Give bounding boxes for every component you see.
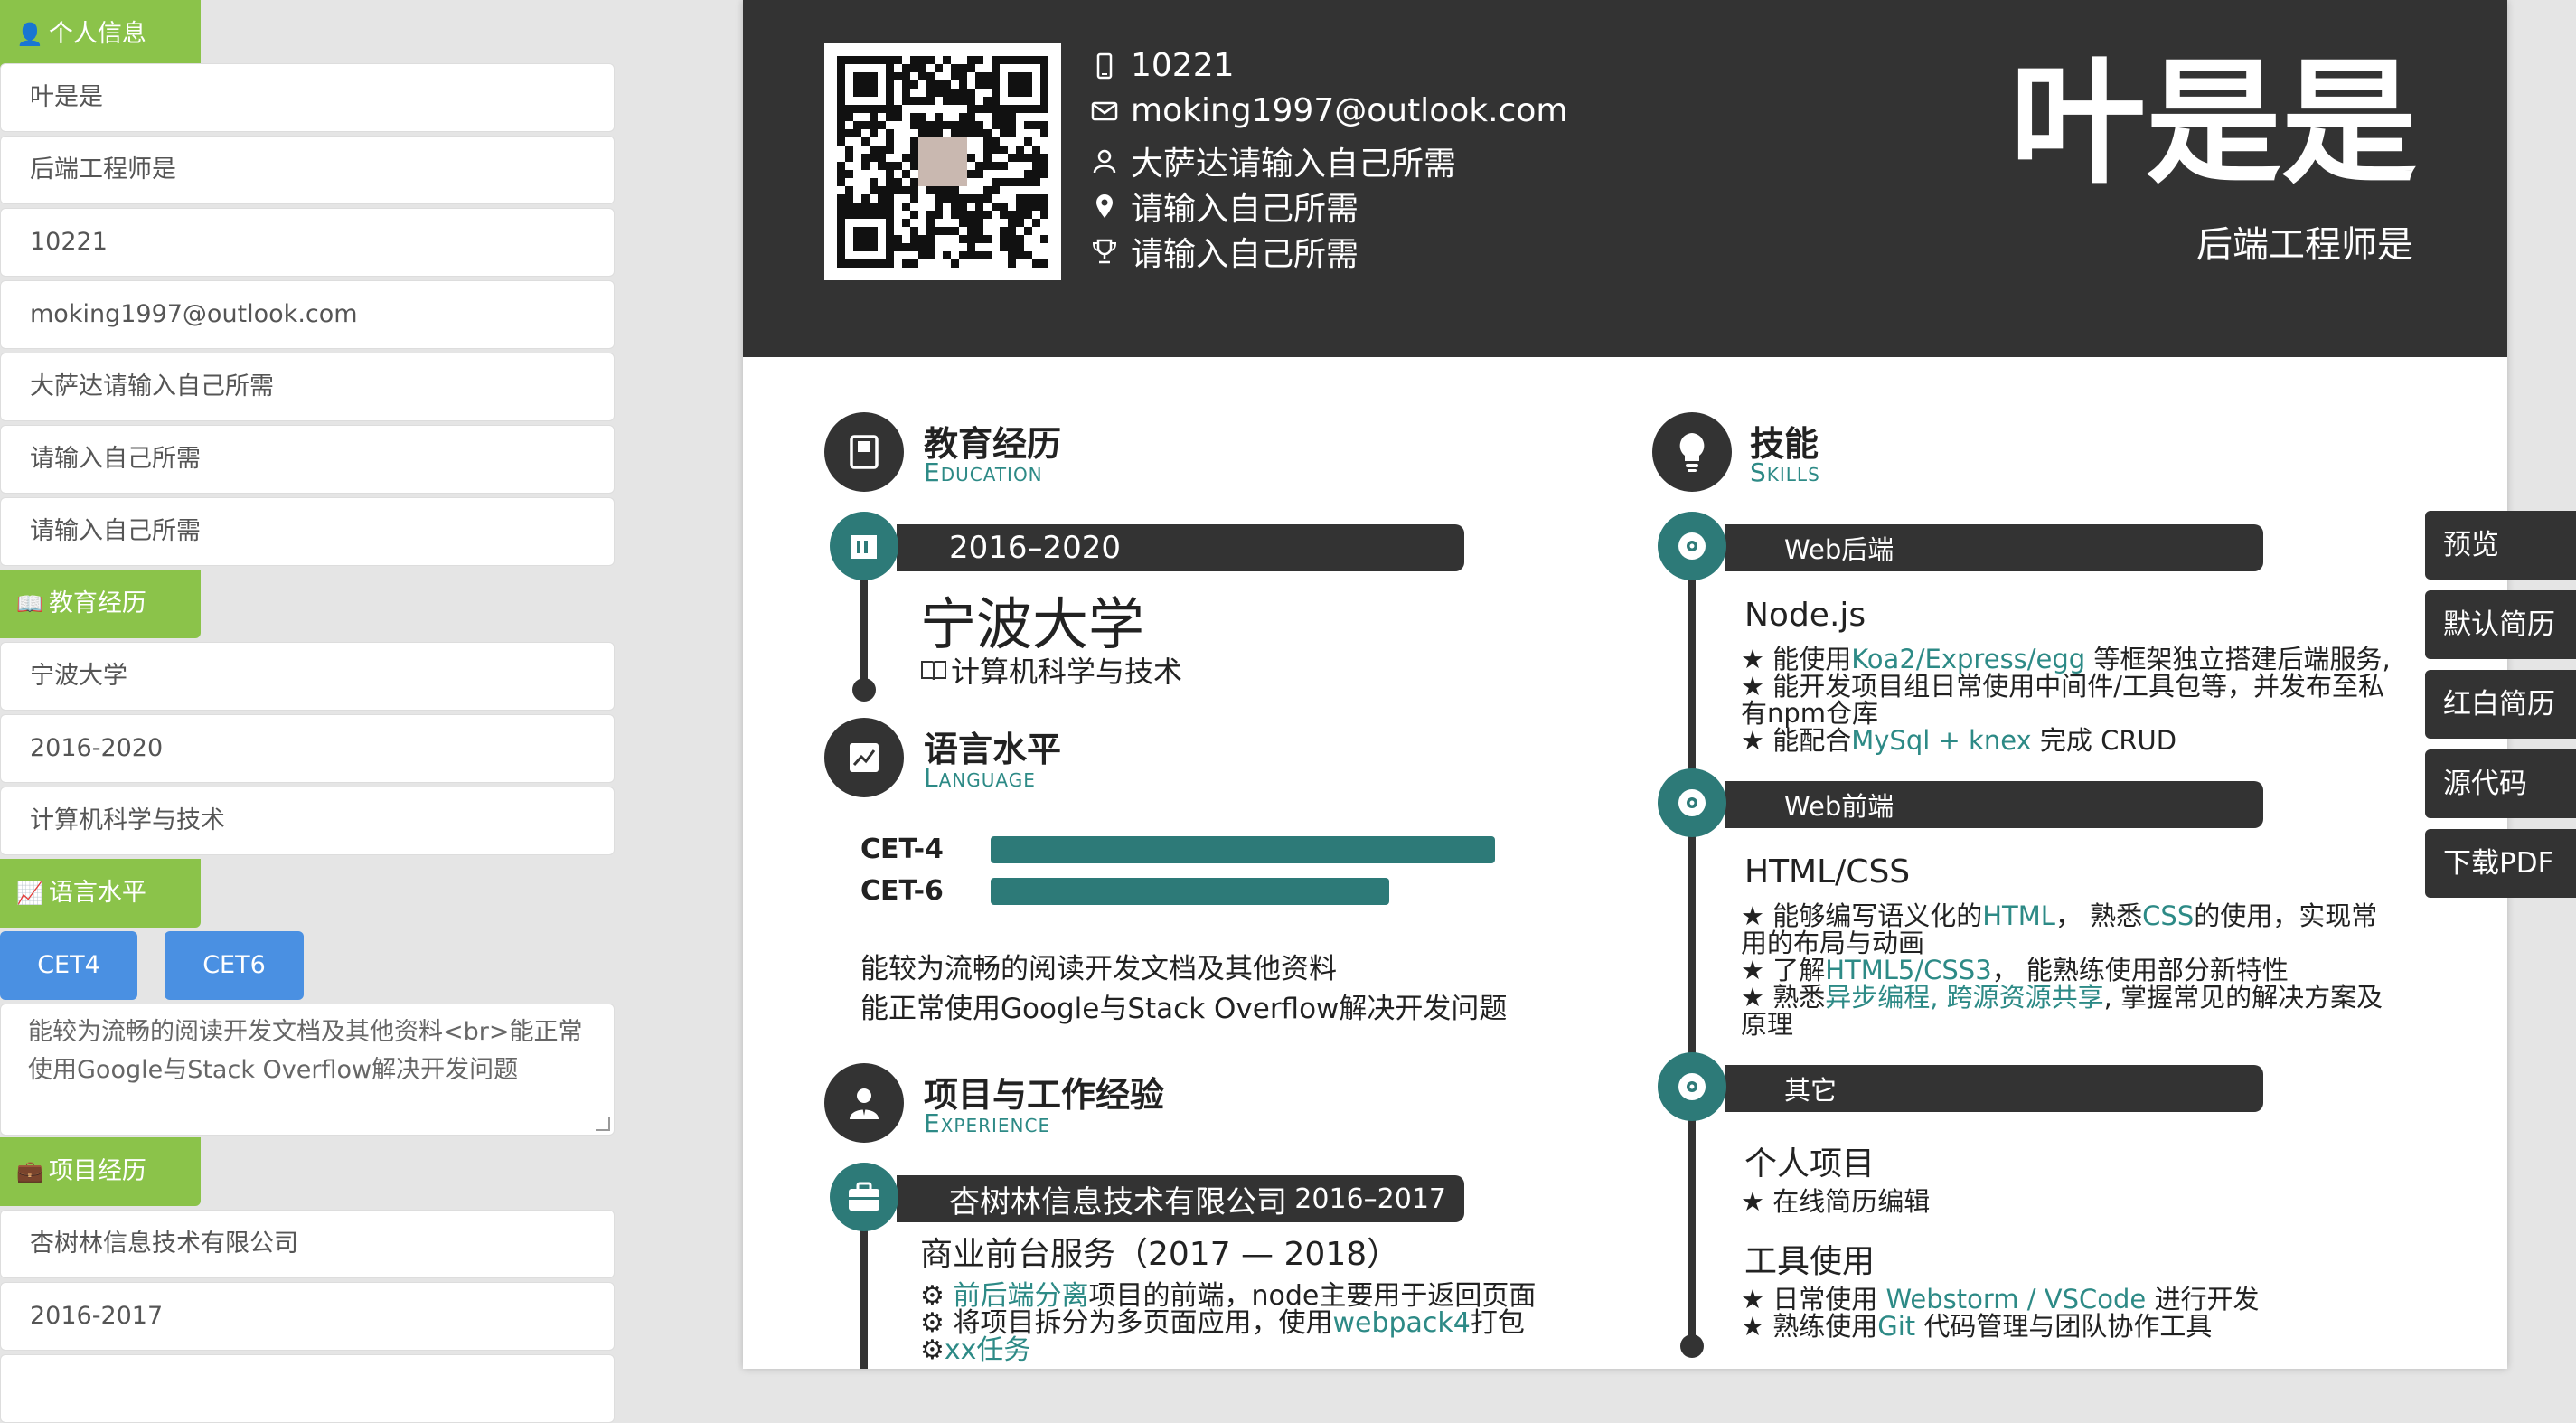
skill-line: ★ 在线简历编辑 <box>1741 1186 1931 1217</box>
skill-group-bar: Web前端 <box>1725 781 2263 828</box>
user-icon: 👤 <box>16 22 43 47</box>
tag-cet4[interactable]: CET4 <box>0 931 137 1000</box>
skill-heading: HTML/CSS <box>1744 853 1911 891</box>
language-section-icon <box>824 718 904 797</box>
section-tab-language[interactable]: 📈 语言水平 <box>0 859 201 928</box>
target-icon <box>1678 532 1706 560</box>
location-pin-icon <box>1096 194 1113 218</box>
briefcase-icon <box>849 1182 879 1211</box>
resume-preview: 10221 moking1997@outlook.com 大萨达请输入自己所需 … <box>743 0 2507 1369</box>
person-icon <box>1093 149 1116 174</box>
language-level-bar <box>991 878 1389 905</box>
book-icon: 📖 <box>16 591 43 617</box>
experience-company-bar: 杏树林信息技术有限公司 2016–2017 <box>897 1175 1464 1222</box>
project-item: ⚙xx任务 <box>920 1334 1031 1366</box>
skill-line: ★ 熟悉异步编程, 跨源资源共享, 掌握常见的解决方案及 <box>1741 982 2383 1013</box>
skill-line: ★ 熟练使用Git 代码管理与团队协作工具 <box>1741 1311 2213 1342</box>
language-description-textarea[interactable]: 能较为流畅的阅读开发文档及其他资料<br>能正常使用Google与Stack O… <box>0 1004 615 1136</box>
phone-icon <box>1096 52 1113 79</box>
skills-section-icon <box>1652 412 1732 492</box>
gear-icon: ⚙ <box>920 1334 945 1366</box>
skill-group-bar: 其它 <box>1725 1065 2263 1112</box>
education-section-icon <box>824 412 904 492</box>
mail-icon <box>1091 101 1118 120</box>
building-icon <box>851 535 877 559</box>
phone-input[interactable]: 10221 <box>0 208 615 277</box>
skills-subtitle: Skills <box>1750 457 1820 487</box>
trophy-icon <box>1092 239 1117 264</box>
skill-heading: 个人项目 <box>1744 1145 1876 1183</box>
major-input[interactable]: 计算机科学与技术 <box>0 787 615 855</box>
contact-line3: 大萨达请输入自己所需 <box>1091 137 1456 184</box>
source-code-button[interactable]: 源代码 <box>2425 749 2576 818</box>
education-subtitle: Education <box>924 457 1043 487</box>
skills-timeline <box>1688 542 1696 1347</box>
section-tab-education[interactable]: 📖 教育经历 <box>0 570 201 638</box>
qr-code <box>824 43 1061 280</box>
timeline-end-dot <box>1680 1334 1704 1358</box>
experience-entry-icon <box>830 1163 898 1231</box>
target-icon <box>1678 789 1706 816</box>
email-input[interactable]: moking1997@outlook.com <box>0 280 615 349</box>
resize-handle-icon[interactable] <box>596 1117 610 1131</box>
language-level-name: CET-4 <box>860 834 944 865</box>
contact-line4: 请输入自己所需 <box>1091 183 1359 230</box>
school-input[interactable]: 宁波大学 <box>0 642 615 711</box>
language-level-name: CET-6 <box>860 875 944 907</box>
education-period-input[interactable]: 2016-2020 <box>0 714 615 783</box>
section-tab-personal[interactable]: 👤 个人信息 <box>0 0 201 69</box>
resume-role: 后端工程师是 <box>2196 224 2413 266</box>
name-input[interactable]: 叶是是 <box>0 63 615 132</box>
company-input[interactable]: 杏树林信息技术有限公司 <box>0 1210 615 1278</box>
experience-subtitle: Experience <box>924 1108 1051 1138</box>
timeline-end-dot <box>852 678 876 702</box>
download-pdf-button[interactable]: 下载PDF <box>2425 829 2576 898</box>
section-tab-projects[interactable]: 💼 项目经历 <box>0 1137 201 1206</box>
resume-header: 10221 moking1997@outlook.com 大萨达请输入自己所需 … <box>743 0 2507 357</box>
resume-editor-panel: 👤 个人信息 叶是是 后端工程师是 10221 moking1997@outloo… <box>0 0 633 1423</box>
language-desc-line: 能正常使用Google与Stack Overflow解决开发问题 <box>860 993 1508 1025</box>
red-white-resume-button[interactable]: 红白简历 <box>2425 670 2576 739</box>
next-input[interactable] <box>0 1354 615 1423</box>
project-title: 商业前台服务（2017 — 2018） <box>920 1236 1400 1273</box>
experience-section-icon <box>824 1063 904 1143</box>
skill-heading: Node.js <box>1744 597 1866 634</box>
skill-group-icon <box>1658 768 1726 837</box>
contact-line5: 请输入自己所需 <box>1091 228 1359 275</box>
language-level-bar <box>991 836 1495 863</box>
skill-group-icon <box>1658 512 1726 580</box>
skill-group-icon <box>1658 1052 1726 1121</box>
custom-field-3-input[interactable]: 请输入自己所需 <box>0 497 615 566</box>
tag-cet6[interactable]: CET6 <box>165 931 304 1000</box>
language-subtitle: Language <box>924 763 1036 793</box>
chart-icon: 📈 <box>16 881 43 906</box>
education-period-bar: 2016–2020 <box>897 524 1464 571</box>
book-icon <box>850 435 879 469</box>
role-input[interactable]: 后端工程师是 <box>0 136 615 204</box>
contact-phone: 10221 <box>1091 47 1235 84</box>
school-name: 宁波大学 <box>920 591 1145 657</box>
resume-name: 叶是是 <box>2009 45 2417 203</box>
user-tie-icon <box>850 1088 879 1119</box>
default-resume-button[interactable]: 默认简历 <box>2425 590 2576 659</box>
skill-line: 原理 <box>1741 1009 1794 1040</box>
chart-icon <box>850 743 879 772</box>
skill-group-bar: Web后端 <box>1725 524 2263 571</box>
custom-field-1-input[interactable]: 大萨达请输入自己所需 <box>0 353 615 421</box>
contact-email: moking1997@outlook.com <box>1091 92 1567 129</box>
job-period-input[interactable]: 2016-2017 <box>0 1282 615 1351</box>
custom-field-2-input[interactable]: 请输入自己所需 <box>0 425 615 494</box>
education-entry-icon <box>830 512 898 580</box>
lightbulb-icon <box>1679 433 1705 472</box>
language-desc-line: 能较为流畅的阅读开发文档及其他资料 <box>860 953 1337 985</box>
major: 计算机科学与技术 <box>920 649 1182 691</box>
open-book-icon <box>921 661 946 681</box>
preview-button[interactable]: 预览 <box>2425 511 2576 580</box>
briefcase-icon: 💼 <box>16 1159 43 1184</box>
skill-line: ★ 能配合MySql + knex 完成 CRUD <box>1741 725 2177 756</box>
skill-heading: 工具使用 <box>1744 1243 1876 1280</box>
target-icon <box>1678 1073 1706 1100</box>
